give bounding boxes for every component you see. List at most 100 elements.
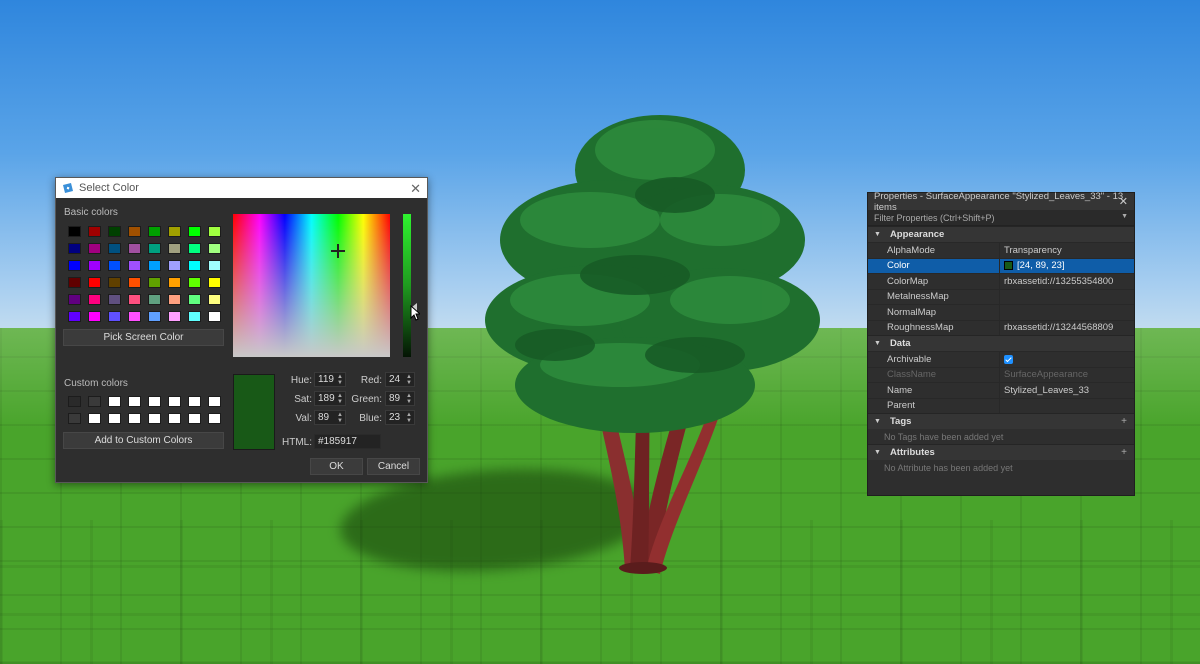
custom-color-swatch[interactable] <box>208 413 221 424</box>
custom-color-swatch[interactable] <box>128 396 141 407</box>
basic-color-swatch[interactable] <box>168 226 181 237</box>
properties-panel[interactable]: Properties - SurfaceAppearance "Stylized… <box>867 191 1135 496</box>
property-value[interactable] <box>1000 305 1134 320</box>
property-row-metalnessmap[interactable]: MetalnessMap <box>868 288 1134 304</box>
stylized-tree-model[interactable] <box>460 70 840 590</box>
add-attribute-icon[interactable]: + <box>1121 447 1127 458</box>
cancel-button[interactable]: Cancel <box>367 458 420 475</box>
red-field[interactable]: 24 ▲ ▼ <box>385 372 415 387</box>
add-tag-icon[interactable]: + <box>1121 416 1127 427</box>
basic-color-swatch[interactable] <box>88 260 101 271</box>
property-value[interactable]: SurfaceAppearance <box>1000 368 1134 383</box>
basic-color-swatch[interactable] <box>88 311 101 322</box>
basic-color-swatch[interactable] <box>208 243 221 254</box>
basic-color-swatch[interactable] <box>108 277 121 288</box>
val-field[interactable]: 89 ▲ ▼ <box>314 410 346 425</box>
property-row-roughnessmap[interactable]: RoughnessMap rbxassetid://13244568809 <box>868 319 1134 336</box>
collapse-triangle-icon[interactable]: ▼ <box>874 340 881 347</box>
basic-color-swatch[interactable] <box>68 243 81 254</box>
collapse-triangle-icon[interactable]: ▼ <box>874 449 881 456</box>
basic-color-swatch[interactable] <box>148 243 161 254</box>
basic-color-swatch[interactable] <box>108 226 121 237</box>
custom-color-swatch[interactable] <box>188 396 201 407</box>
basic-color-swatch[interactable] <box>208 226 221 237</box>
property-value[interactable]: Transparency <box>1000 243 1134 258</box>
custom-color-swatch[interactable] <box>68 413 81 424</box>
basic-color-swatch[interactable] <box>88 226 101 237</box>
basic-color-swatch[interactable] <box>68 277 81 288</box>
add-to-custom-colors-button[interactable]: Add to Custom Colors <box>63 432 224 449</box>
basic-color-swatch[interactable] <box>128 311 141 322</box>
property-row-color[interactable]: Color [24, 89, 23] <box>868 257 1134 274</box>
property-row-colormap[interactable]: ColorMap rbxassetid://13255354800 <box>868 273 1134 289</box>
section-appearance[interactable]: ▼ Appearance <box>868 226 1134 242</box>
basic-color-swatch[interactable] <box>88 294 101 305</box>
section-data[interactable]: ▼ Data <box>868 335 1134 351</box>
basic-color-swatch[interactable] <box>168 311 181 322</box>
basic-color-swatch[interactable] <box>168 294 181 305</box>
property-value[interactable]: rbxassetid://13255354800 <box>1000 274 1134 289</box>
basic-color-swatch[interactable] <box>68 260 81 271</box>
custom-color-swatch[interactable] <box>88 413 101 424</box>
property-value[interactable]: [24, 89, 23] <box>1000 259 1134 274</box>
html-hex-input[interactable]: #185917 <box>314 434 381 449</box>
custom-color-swatch[interactable] <box>208 396 221 407</box>
basic-color-swatch[interactable] <box>148 277 161 288</box>
property-row-archivable[interactable]: Archivable <box>868 351 1134 367</box>
basic-color-swatch[interactable] <box>188 277 201 288</box>
basic-color-swatch[interactable] <box>188 260 201 271</box>
basic-color-swatch[interactable] <box>68 294 81 305</box>
checkbox-checked-icon[interactable] <box>1004 354 1013 364</box>
basic-color-swatch[interactable] <box>108 243 121 254</box>
property-row-parent[interactable]: Parent <box>868 397 1134 414</box>
collapse-triangle-icon[interactable]: ▼ <box>874 231 881 238</box>
custom-color-swatch[interactable] <box>68 396 81 407</box>
blue-field[interactable]: 23 ▲ ▼ <box>385 410 415 425</box>
ok-button[interactable]: OK <box>310 458 363 475</box>
select-color-dialog[interactable]: Select Color ✕ Basic colors Pick Screen … <box>55 177 428 483</box>
properties-titlebar[interactable]: Properties - SurfaceAppearance "Stylized… <box>868 191 1134 213</box>
sat-field[interactable]: 189 ▲ ▼ <box>314 391 346 406</box>
close-icon[interactable]: ✕ <box>410 181 421 197</box>
basic-color-swatch[interactable] <box>148 294 161 305</box>
basic-color-swatch[interactable] <box>88 277 101 288</box>
close-icon[interactable]: ✕ <box>1119 195 1128 208</box>
green-field[interactable]: 89 ▲ ▼ <box>385 391 415 406</box>
basic-color-swatch[interactable] <box>68 226 81 237</box>
basic-color-swatch[interactable] <box>148 311 161 322</box>
hue-field[interactable]: 119 ▲ ▼ <box>314 372 346 387</box>
dialog-titlebar[interactable]: Select Color ✕ <box>56 178 427 198</box>
spinner-arrows-icon[interactable]: ▲ ▼ <box>406 412 412 424</box>
property-row-normalmap[interactable]: NormalMap <box>868 304 1134 320</box>
hue-saturation-picker[interactable] <box>233 214 390 357</box>
basic-color-swatch[interactable] <box>128 260 141 271</box>
custom-color-swatch[interactable] <box>168 413 181 424</box>
custom-color-swatch[interactable] <box>108 396 121 407</box>
property-value[interactable]: rbxassetid://13244568809 <box>1000 321 1134 336</box>
spinner-arrows-icon[interactable]: ▲ ▼ <box>337 374 343 386</box>
basic-color-swatch[interactable] <box>208 260 221 271</box>
property-value[interactable] <box>1000 399 1134 414</box>
property-row-name[interactable]: Name Stylized_Leaves_33 <box>868 382 1134 398</box>
basic-color-swatch[interactable] <box>168 277 181 288</box>
value-slider[interactable] <box>403 214 411 357</box>
custom-color-swatch[interactable] <box>168 396 181 407</box>
basic-color-swatch[interactable] <box>208 277 221 288</box>
basic-color-swatch[interactable] <box>188 311 201 322</box>
basic-color-swatch[interactable] <box>168 260 181 271</box>
spinner-arrows-icon[interactable]: ▲ ▼ <box>337 412 343 424</box>
custom-color-swatch[interactable] <box>148 413 161 424</box>
property-value[interactable]: Stylized_Leaves_33 <box>1000 383 1134 398</box>
custom-color-swatch[interactable] <box>148 396 161 407</box>
spinner-arrows-icon[interactable]: ▲ ▼ <box>337 393 343 405</box>
spinner-arrows-icon[interactable]: ▲ ▼ <box>406 393 412 405</box>
dropdown-arrow-icon[interactable]: ▼ <box>1121 213 1128 220</box>
collapse-triangle-icon[interactable]: ▼ <box>874 418 881 425</box>
custom-color-swatch[interactable] <box>88 396 101 407</box>
basic-color-swatch[interactable] <box>188 226 201 237</box>
basic-color-swatch[interactable] <box>148 260 161 271</box>
pick-screen-color-button[interactable]: Pick Screen Color <box>63 329 224 346</box>
basic-color-swatch[interactable] <box>168 243 181 254</box>
basic-color-swatch[interactable] <box>188 243 201 254</box>
basic-color-swatch[interactable] <box>108 311 121 322</box>
